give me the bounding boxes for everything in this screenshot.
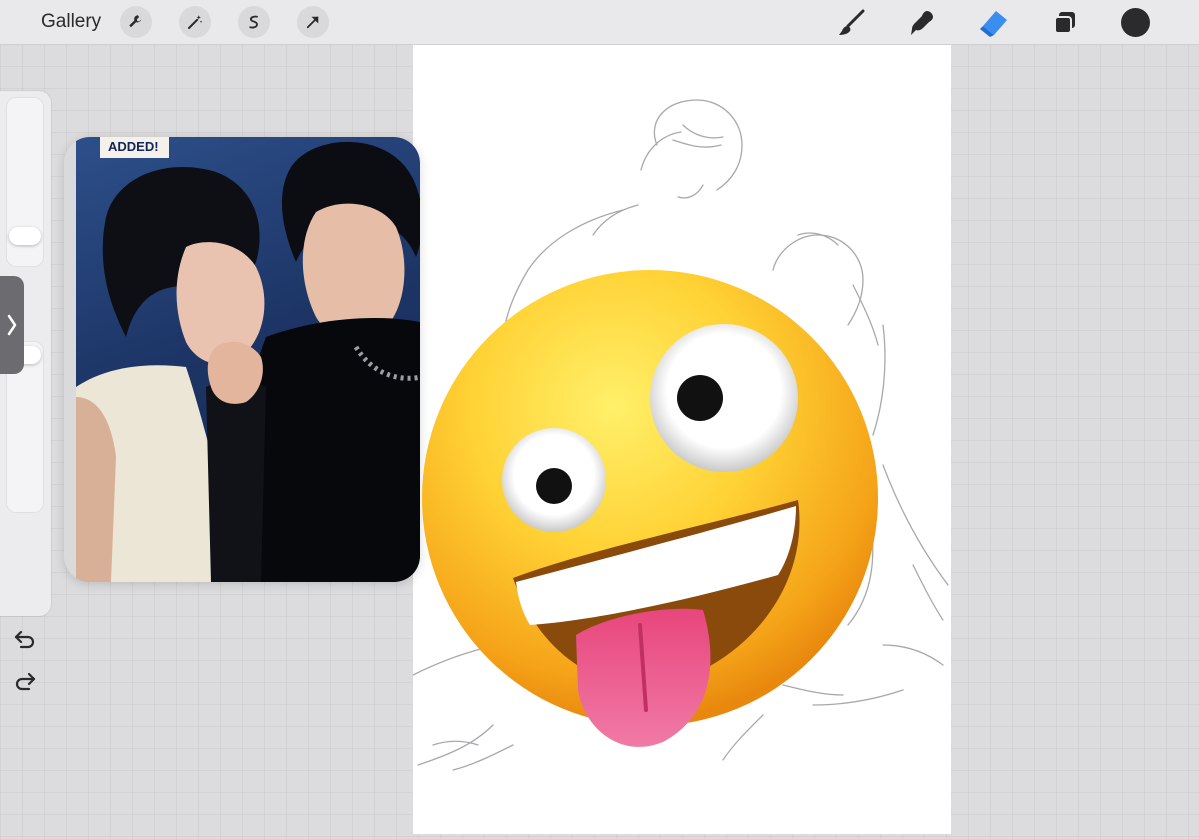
- actions-wrench-icon[interactable]: [120, 6, 152, 38]
- zany-face-emoji: [418, 270, 882, 754]
- brush-icon[interactable]: [834, 6, 868, 40]
- adjustments-wand-icon[interactable]: [179, 6, 211, 38]
- added-badge: ADDED!: [100, 137, 169, 158]
- undo-icon[interactable]: [13, 627, 37, 651]
- reference-window[interactable]: ADDED!: [64, 137, 420, 582]
- selection-icon[interactable]: [238, 6, 270, 38]
- eraser-icon[interactable]: [976, 6, 1010, 40]
- top-toolbar: Gallery: [0, 0, 1199, 45]
- redo-icon[interactable]: [13, 669, 37, 693]
- color-picker[interactable]: [1121, 8, 1150, 37]
- layers-icon[interactable]: [1048, 6, 1082, 40]
- gallery-button[interactable]: Gallery: [41, 11, 101, 33]
- smudge-icon[interactable]: [905, 6, 939, 40]
- transform-arrow-icon[interactable]: [297, 6, 329, 38]
- reference-photo: [76, 137, 420, 582]
- brush-size-handle[interactable]: [9, 227, 41, 245]
- chevron-right-icon: [7, 314, 17, 336]
- sidebar-collapse-tab[interactable]: [0, 276, 24, 374]
